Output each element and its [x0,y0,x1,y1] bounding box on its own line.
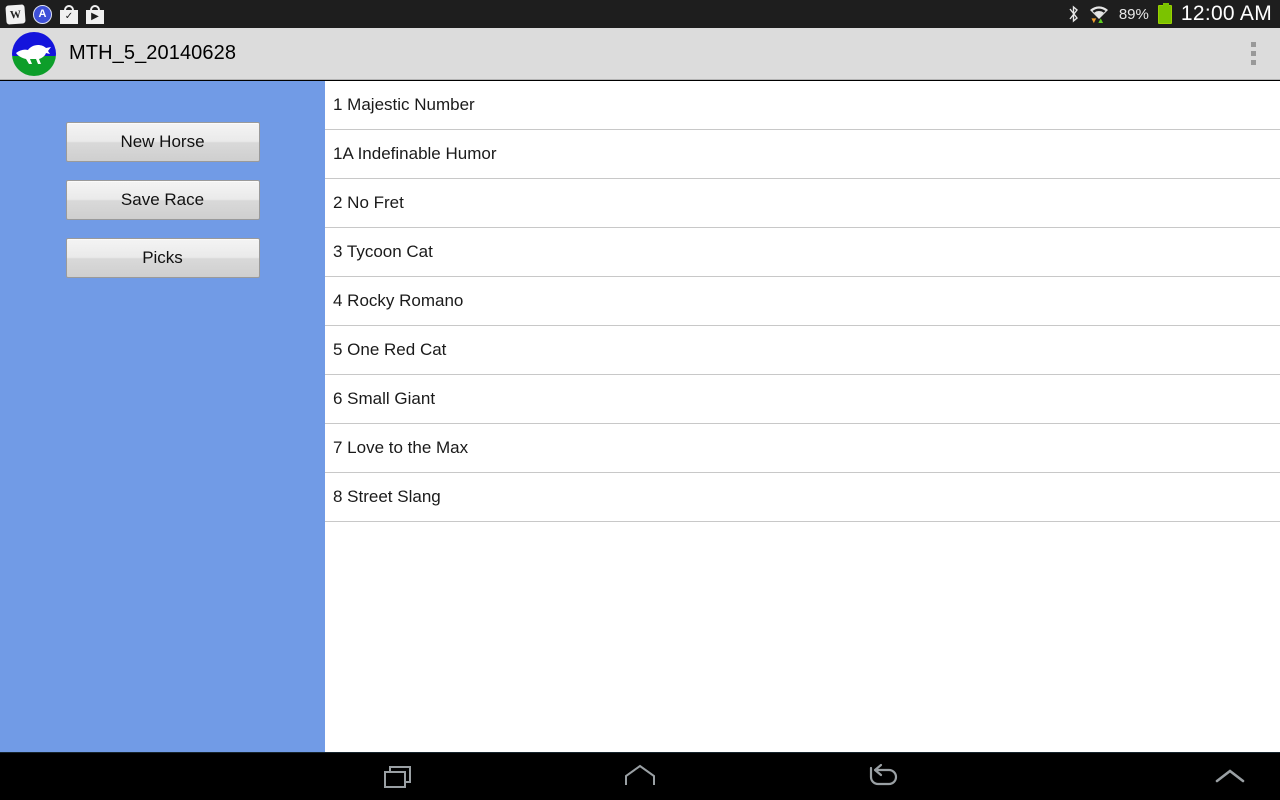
android-tablet-screen: W A ✓ ▶ ▼▲ 89% 12:00 AM MTH_5_20140628 N… [0,0,1280,800]
page-title: MTH_5_20140628 [69,42,237,64]
list-item[interactable]: 6 Small Giant [325,375,1280,424]
overflow-dot [1250,60,1256,65]
check-glyph: ✓ [64,10,74,22]
home-button[interactable] [580,753,700,800]
overflow-dot [1250,51,1256,56]
bag-body: ✓ [60,9,78,24]
play-store-download-icon[interactable]: ▶ [86,4,104,24]
horse-list[interactable]: 1 Majestic Number 1A Indefinable Humor 2… [325,81,1280,752]
list-item[interactable]: 5 One Red Cat [325,326,1280,375]
play-glyph: ▶ [91,10,99,22]
recents-button[interactable] [340,753,460,800]
chevron-up-icon [1215,769,1245,783]
wikipedia-notification-icon[interactable]: W [5,3,26,25]
overflow-dot [1250,42,1256,47]
bluetooth-icon [1069,5,1078,23]
list-item[interactable]: 1 Majestic Number [325,81,1280,130]
back-icon [869,763,898,786]
recents-icon [384,766,411,788]
status-bar-clock: 12:00 AM [1180,2,1272,25]
list-item[interactable]: 3 Tycoon Cat [325,228,1280,277]
wifi-icon: ▼▲ [1088,5,1110,24]
system-navigation-bar [0,752,1280,800]
app-notification-icon[interactable]: A [33,4,52,24]
wifi-down-arrow: ▼ [1089,15,1098,25]
list-item[interactable]: 8 Street Slang [325,473,1280,522]
battery-percent-label: 89% [1118,5,1149,23]
overflow-menu-button[interactable] [1236,32,1270,76]
battery-icon [1157,2,1172,24]
list-item[interactable]: 2 No Fret [325,179,1280,228]
status-bar: W A ✓ ▶ ▼▲ 89% 12:00 AM [0,0,1280,28]
new-horse-button[interactable]: New Horse [65,122,260,162]
expand-button[interactable] [1190,753,1270,800]
action-bar: MTH_5_20140628 [0,28,1280,80]
sidebar-panel: New Horse Save Race Picks [0,81,325,752]
back-button[interactable] [822,753,942,800]
list-item[interactable]: 4 Rocky Romano [325,277,1280,326]
bag-body: ▶ [86,9,104,24]
save-race-button[interactable]: Save Race [65,180,260,220]
wifi-up-arrow: ▲ [1096,15,1105,25]
status-bar-system-icons[interactable]: ▼▲ 89% 12:00 AM [1068,2,1272,26]
list-item[interactable]: 7 Love to the Max [325,424,1280,473]
status-bar-notifications[interactable]: W A ✓ ▶ [5,3,104,25]
wifi-transfer-arrows: ▼▲ [1089,15,1105,25]
play-store-installed-icon[interactable]: ✓ [60,4,78,24]
list-item[interactable]: 1A Indefinable Humor [325,130,1280,179]
main-content: New Horse Save Race Picks 1 Majestic Num… [0,81,1280,752]
horse-app-logo [12,31,56,76]
picks-button[interactable]: Picks [65,238,260,278]
home-icon [625,764,655,785]
